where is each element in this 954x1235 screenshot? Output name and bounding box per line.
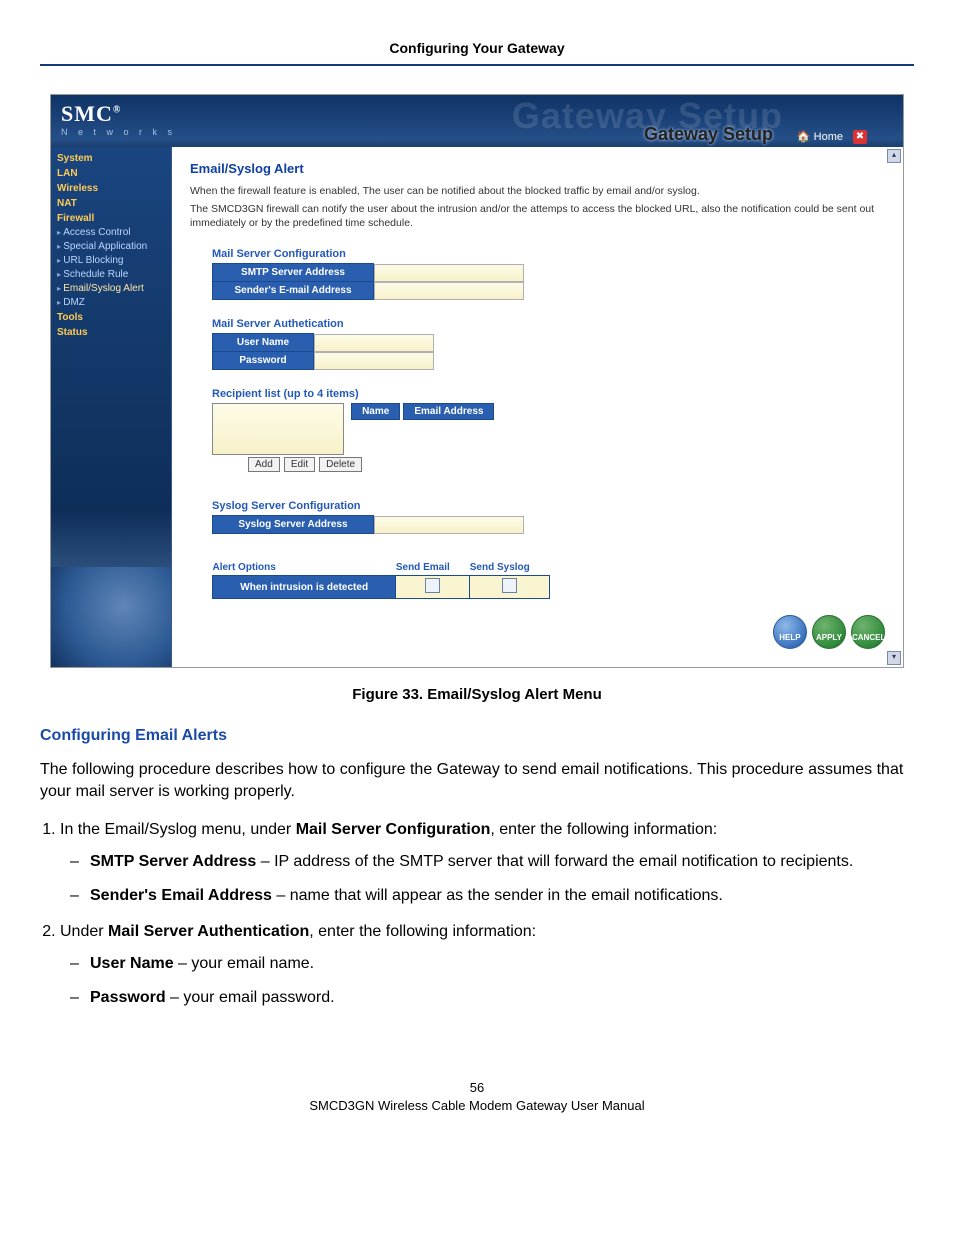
smtp-address-label: SMTP Server Address: [213, 264, 374, 282]
router-banner: SMC® N e t w o r k s Gateway Setup Gatew…: [51, 95, 903, 147]
nav-wireless[interactable]: Wireless: [57, 182, 167, 196]
nav-system[interactable]: System: [57, 152, 167, 166]
alert-row-intrusion-label: When intrusion is detected: [213, 576, 396, 599]
nav-status[interactable]: Status: [57, 326, 167, 340]
intrusion-send-syslog-checkbox[interactable]: [502, 578, 517, 593]
home-link[interactable]: 🏠 Home: [797, 130, 843, 143]
recipient-col-name: Name: [351, 403, 400, 420]
recipient-col-email: Email Address: [403, 403, 494, 420]
nav-dmz[interactable]: DMZ: [57, 296, 167, 310]
nav-nat[interactable]: NAT: [57, 197, 167, 211]
username-input[interactable]: [314, 334, 434, 352]
password-input[interactable]: [314, 352, 434, 370]
syslog-address-label: Syslog Server Address: [213, 516, 374, 534]
page-footer: 56 SMCD3GN Wireless Cable Modem Gateway …: [40, 1079, 914, 1115]
nav-sidebar: System LAN Wireless NAT Firewall Access …: [51, 147, 171, 667]
footer-text: SMCD3GN Wireless Cable Modem Gateway Use…: [40, 1097, 914, 1115]
send-email-col: Send Email: [396, 562, 470, 576]
scroll-up-icon[interactable]: ▴: [887, 149, 901, 163]
cancel-button[interactable]: CANCEL: [851, 615, 885, 649]
edit-button[interactable]: Edit: [284, 457, 315, 472]
syslog-address-input[interactable]: [374, 516, 524, 534]
smtp-address-input[interactable]: [374, 264, 524, 282]
recipient-list-heading: Recipient list (up to 4 items): [212, 388, 891, 400]
nav-tools[interactable]: Tools: [57, 311, 167, 325]
screenshot-container: SMC® N e t w o r k s Gateway Setup Gatew…: [50, 94, 904, 668]
figure-caption: Figure 33. Email/Syslog Alert Menu: [40, 686, 914, 703]
sender-email-input[interactable]: [374, 282, 524, 300]
intro-paragraph-1: When the firewall feature is enabled, Th…: [190, 184, 891, 198]
nav-firewall[interactable]: Firewall: [57, 212, 167, 226]
nav-special-application[interactable]: Special Application: [57, 240, 167, 254]
delete-button[interactable]: Delete: [319, 457, 362, 472]
page-title: Email/Syslog Alert: [190, 161, 891, 176]
apply-button[interactable]: APPLY: [812, 615, 846, 649]
add-button[interactable]: Add: [248, 457, 280, 472]
brand-subtext: N e t w o r k s: [61, 127, 176, 137]
intro-paragraph-2: The SMCD3GN firewall can notify the user…: [190, 202, 891, 230]
intrusion-send-email-checkbox[interactable]: [425, 578, 440, 593]
section-heading: Configuring Email Alerts: [40, 727, 914, 745]
mail-server-config-heading: Mail Server Configuration: [212, 248, 891, 260]
scroll-down-icon[interactable]: ▾: [887, 651, 901, 665]
nav-lan[interactable]: LAN: [57, 167, 167, 181]
send-syslog-col: Send Syslog: [470, 562, 550, 576]
syslog-config-heading: Syslog Server Configuration: [212, 500, 891, 512]
nav-email-syslog-alert[interactable]: Email/Syslog Alert: [57, 282, 167, 296]
step-1-item-a: SMTP Server Address – IP address of the …: [90, 851, 914, 873]
step-2-item-a: User Name – your email name.: [90, 953, 914, 975]
sidebar-decor-image: [51, 567, 171, 667]
username-label: User Name: [213, 334, 314, 352]
nav-schedule-rule[interactable]: Schedule Rule: [57, 268, 167, 282]
mail-auth-heading: Mail Server Authetication: [212, 318, 891, 330]
help-button[interactable]: HELP: [773, 615, 807, 649]
logout-icon[interactable]: ✖: [853, 130, 867, 144]
password-label: Password: [213, 352, 314, 370]
alert-options-heading: Alert Options: [213, 562, 396, 576]
brand-logo: SMC®: [61, 101, 121, 127]
section-intro: The following procedure describes how to…: [40, 759, 914, 803]
page-number: 56: [40, 1079, 914, 1097]
nav-access-control[interactable]: Access Control: [57, 226, 167, 240]
doc-header: Configuring Your Gateway: [40, 40, 914, 66]
step-2-item-b: Password – your email password.: [90, 987, 914, 1009]
step-1-item-b: Sender's Email Address – name that will …: [90, 885, 914, 907]
recipient-listbox[interactable]: [212, 403, 344, 455]
step-1: In the Email/Syslog menu, under Mail Ser…: [60, 819, 914, 907]
step-2: Under Mail Server Authentication, enter …: [60, 921, 914, 1009]
nav-url-blocking[interactable]: URL Blocking: [57, 254, 167, 268]
banner-title: Gateway Setup: [644, 124, 773, 145]
sender-email-label: Sender's E-mail Address: [213, 282, 374, 300]
content-pane: ▴ ▾ Email/Syslog Alert When the firewall…: [171, 147, 903, 667]
